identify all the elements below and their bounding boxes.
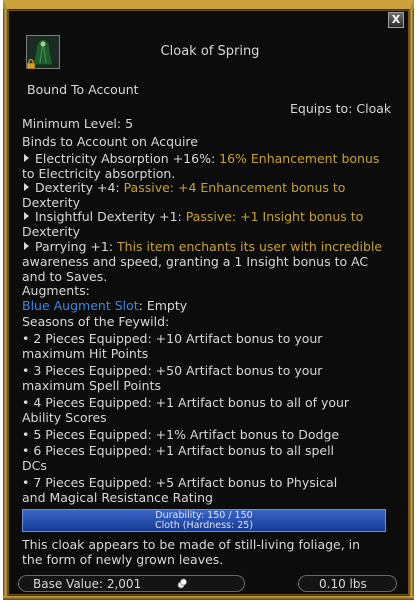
- set-bonus-line: • 7 Pieces Equipped: +5 Artifact bonus t…: [22, 475, 338, 490]
- effect-name: Dexterity +4:: [35, 180, 120, 195]
- effect-description: 16% Enhancement bonus: [215, 151, 380, 166]
- window-right-border: [409, 9, 414, 597]
- set-bonus-line: • 3 Pieces Equipped: +50 Artifact bonus …: [22, 363, 323, 378]
- set-bonus-line: • 4 Pieces Equipped: +1 Artifact bonus t…: [22, 395, 350, 410]
- effect-description-cont: awareness and speed, granting a 1 Insigh…: [22, 254, 369, 269]
- item-description-cont: the form of newly grown leaves.: [22, 552, 224, 567]
- effect-name: Electricity Absorption +16%:: [35, 151, 216, 166]
- item-title: Cloak of Spring: [160, 44, 260, 59]
- effect-description-cont: Dexterity: [22, 195, 80, 210]
- set-bonus-line: maximum Hit Points: [22, 346, 149, 361]
- effect-name: Parrying +1:: [35, 239, 114, 254]
- effect-parrying: Parrying +1: This item enchants its user…: [22, 239, 382, 254]
- effect-electricity-absorption: Electricity Absorption +16%: 16% Enhance…: [22, 151, 379, 166]
- set-bonus-line: maximum Spell Points: [22, 378, 161, 393]
- effect-description: This item enchants its user with incredi…: [113, 239, 383, 254]
- base-value: Base Value: 2,001: [33, 577, 142, 591]
- item-description: This cloak appears to be made of still-l…: [22, 537, 361, 552]
- bullet-arrow-icon: [24, 212, 29, 220]
- augment-slot: Blue Augment Slot: Empty: [22, 298, 187, 313]
- augments-label: Augments:: [22, 283, 90, 298]
- augment-slot-value: : Empty: [138, 298, 188, 313]
- durability-bar: Durability: 150 / 150 Cloth (Hardness: 2…: [22, 509, 386, 532]
- equips-to: Equips to: Cloak: [290, 101, 392, 116]
- effect-insightful-dexterity: Insightful Dexterity +1: Passive: +1 Ins…: [22, 209, 363, 224]
- set-bonus-line: Ability Scores: [22, 410, 107, 425]
- minimum-level: Minimum Level: 5: [22, 116, 134, 131]
- window-bottom-border: [3, 596, 414, 600]
- close-button[interactable]: X: [388, 12, 404, 28]
- bullet-arrow-icon: [24, 183, 29, 191]
- effect-description-cont: Dexterity: [22, 224, 80, 239]
- set-bonus-line: • 2 Pieces Equipped: +10 Artifact bonus …: [22, 331, 323, 346]
- window-left-border: [3, 9, 8, 597]
- set-bonus-line: • 5 Pieces Equipped: +1% Artifact bonus …: [22, 427, 340, 442]
- binds-on-acquire: Binds to Account on Acquire: [22, 134, 198, 149]
- effect-name: Insightful Dexterity +1:: [35, 209, 182, 224]
- base-value-box: Base Value: 2,001: [18, 575, 245, 592]
- weight-box: 0.10 lbs: [298, 575, 397, 592]
- effect-description: Passive: +1 Insight bonus to: [181, 209, 364, 224]
- set-bonus-line: DCs: [22, 458, 47, 473]
- effect-dexterity: Dexterity +4: Passive: +4 Enhancement bo…: [22, 180, 345, 195]
- augment-slot-name: Blue Augment Slot: [22, 298, 139, 313]
- lock-icon: [26, 59, 36, 69]
- material-text: Cloth (Hardness: 25): [154, 520, 254, 531]
- effect-description-cont: and to Saves.: [22, 269, 108, 284]
- bullet-arrow-icon: [24, 242, 29, 250]
- effect-description-cont: to Electricity absorption.: [22, 166, 176, 181]
- bullet-arrow-icon: [24, 154, 29, 162]
- bound-status: Bound To Account: [27, 82, 139, 97]
- set-name: Seasons of the Feywild:: [22, 314, 170, 329]
- set-bonus-line: and Magical Resistance Rating: [22, 490, 213, 505]
- item-weight: 0.10 lbs: [319, 577, 367, 591]
- effect-description: Passive: +4 Enhancement bonus to: [119, 180, 346, 195]
- coins-icon: [177, 578, 187, 589]
- set-bonus-line: • 6 Pieces Equipped: +1 Artifact bonus t…: [22, 443, 335, 458]
